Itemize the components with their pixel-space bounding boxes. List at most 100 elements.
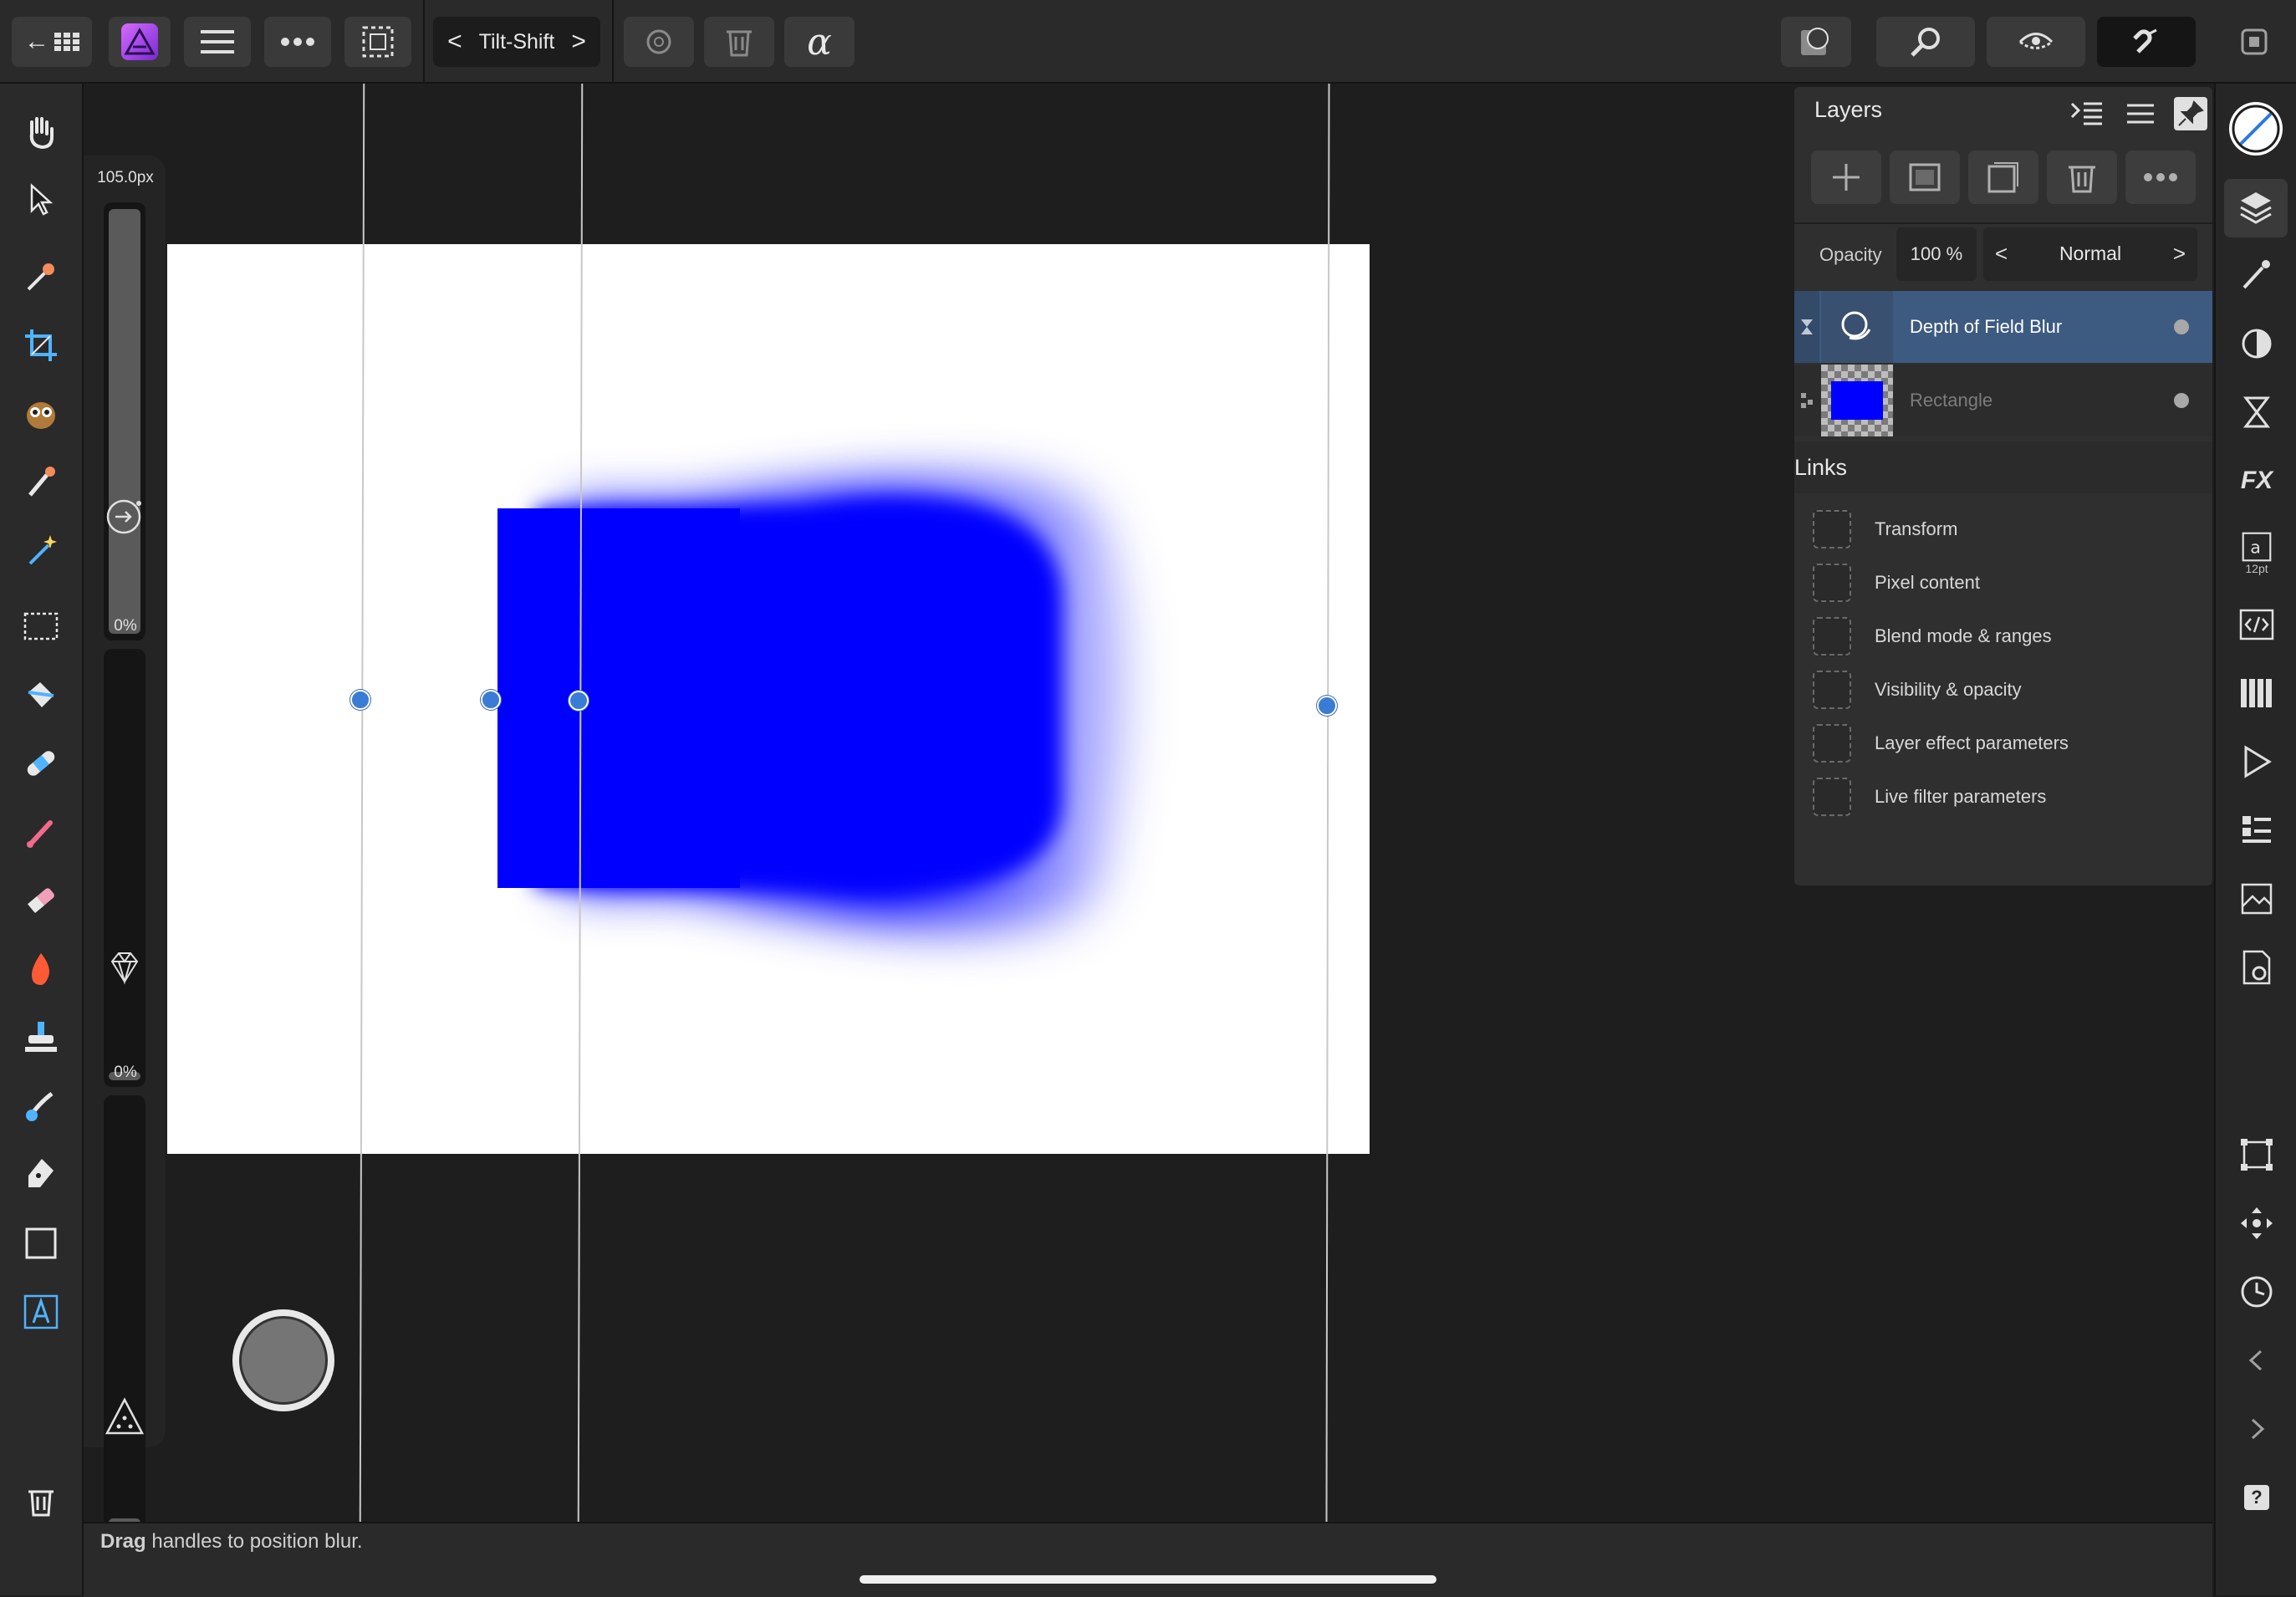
menu-button[interactable] xyxy=(184,17,251,67)
next-blend-mode-icon[interactable]: > xyxy=(2173,241,2186,267)
color-picker-tool[interactable] xyxy=(12,247,70,306)
magic-wand-tool[interactable] xyxy=(12,522,70,580)
color-studio-button[interactable] xyxy=(2229,102,2283,156)
clone-tool[interactable] xyxy=(12,1008,70,1067)
delete-tool-button[interactable] xyxy=(12,1472,70,1530)
healing-tool[interactable] xyxy=(12,734,70,793)
help-button[interactable]: ? xyxy=(2236,1477,2278,1518)
brushes-studio-button[interactable] xyxy=(2236,254,2278,296)
flow-slider[interactable] xyxy=(104,1095,145,1533)
text-tool[interactable] xyxy=(12,1283,70,1341)
document-settings-button[interactable] xyxy=(2236,946,2278,988)
next-filter-button[interactable]: > xyxy=(571,28,586,56)
zoom-button[interactable] xyxy=(1876,17,1975,67)
eraser-icon xyxy=(28,888,54,914)
burn-tool[interactable] xyxy=(12,940,70,998)
source-studio-button[interactable] xyxy=(2236,604,2278,645)
hardness-button[interactable] xyxy=(105,948,144,987)
undo-button[interactable] xyxy=(2236,1339,2278,1381)
rectangle-tool[interactable] xyxy=(12,1214,70,1273)
macros-studio-button[interactable] xyxy=(2236,741,2278,783)
layer-expand-handle[interactable] xyxy=(1794,291,1819,363)
flood-fill-tool[interactable] xyxy=(12,666,70,724)
redo-button[interactable] xyxy=(2236,1408,2278,1450)
link-label: Live filter parameters xyxy=(1875,786,2047,807)
layer-opacity-field[interactable]: 100 % xyxy=(1896,227,1977,281)
picture-icon xyxy=(2241,883,2273,915)
link-checkbox[interactable] xyxy=(1813,671,1851,709)
pin-panel-button[interactable] xyxy=(2174,97,2207,130)
stock-studio-button[interactable] xyxy=(2236,878,2278,920)
crop-tool[interactable] xyxy=(12,316,70,375)
navigator-studio-button[interactable] xyxy=(2236,809,2278,851)
blend-mode-selector[interactable]: < Normal > xyxy=(1983,227,2197,281)
color-button[interactable] xyxy=(232,1309,334,1411)
move-studio-button[interactable] xyxy=(2236,1202,2278,1244)
link-checkbox[interactable] xyxy=(1813,778,1851,816)
history-studio-button[interactable] xyxy=(2236,1271,2278,1313)
layer-row[interactable]: Depth of Field Blur xyxy=(1794,291,2212,363)
layer-expand-handle[interactable] xyxy=(1794,365,1819,436)
adjustments-studio-button[interactable] xyxy=(2236,323,2278,365)
snapping-button[interactable] xyxy=(2097,17,2196,67)
svg-text:a: a xyxy=(2250,538,2261,558)
blur-handle-left[interactable] xyxy=(350,690,370,710)
transform-studio-button[interactable] xyxy=(2236,1134,2278,1176)
inpainting-tool[interactable] xyxy=(12,453,70,512)
erase-tool[interactable] xyxy=(12,871,70,930)
persona-switcher[interactable]: < Tilt-Shift > xyxy=(433,17,600,67)
marquee-tool[interactable] xyxy=(12,597,70,656)
link-checkbox[interactable] xyxy=(1813,564,1851,602)
link-checkbox[interactable] xyxy=(1813,617,1851,656)
add-mask-button[interactable] xyxy=(1890,151,1960,204)
layers-studio-button[interactable] xyxy=(2224,179,2288,237)
effects-studio-button[interactable]: FX xyxy=(2236,460,2278,502)
delete-filter-button[interactable] xyxy=(704,17,774,67)
back-to-gallery-button[interactable]: ← xyxy=(12,17,92,67)
quick-mask-button[interactable] xyxy=(1781,17,1851,67)
fullscreen-button[interactable] xyxy=(2237,25,2271,59)
layers-panel-collapse-button[interactable] xyxy=(2070,99,2104,129)
photo-persona-button[interactable] xyxy=(109,17,171,67)
opacity-slider[interactable] xyxy=(104,649,145,1087)
pressure-button[interactable] xyxy=(104,1396,145,1438)
selection-brush-tool[interactable] xyxy=(12,385,70,443)
paint-brush-tool[interactable] xyxy=(12,803,70,861)
selection-button[interactable] xyxy=(344,17,411,67)
blur-handle-right[interactable] xyxy=(1317,696,1337,716)
brush-direction-button[interactable] xyxy=(105,498,142,535)
history-icon xyxy=(2241,1276,2273,1308)
more-options-button[interactable] xyxy=(264,17,331,67)
pen-tool[interactable] xyxy=(12,1145,70,1204)
move-arrows-icon xyxy=(2241,1207,2273,1239)
smudge-tool[interactable] xyxy=(12,1077,70,1135)
falloff-handle[interactable] xyxy=(481,690,501,710)
text-styles-studio-button[interactable]: a 12pt xyxy=(2236,527,2278,580)
focus-handle[interactable] xyxy=(569,691,589,711)
layer-more-button[interactable] xyxy=(2125,151,2196,204)
layers-panel-menu-button[interactable] xyxy=(2124,99,2157,129)
owl-icon xyxy=(27,402,55,429)
duplicate-layer-button[interactable] xyxy=(1968,151,2038,204)
link-checkbox[interactable] xyxy=(1813,510,1851,548)
brush-icon xyxy=(28,467,55,497)
home-indicator[interactable] xyxy=(860,1575,1436,1584)
channels-studio-button[interactable] xyxy=(2236,672,2278,714)
add-layer-button[interactable] xyxy=(1811,151,1881,204)
reset-button[interactable] xyxy=(624,17,694,67)
layer-visibility-toggle[interactable] xyxy=(2174,393,2189,408)
live-filters-studio-button[interactable] xyxy=(2236,391,2278,433)
alpha-button[interactable]: α xyxy=(784,17,855,67)
link-checkbox[interactable] xyxy=(1813,724,1851,763)
layer-row[interactable]: Rectangle xyxy=(1794,365,2212,436)
width-slider[interactable] xyxy=(104,202,145,640)
view-tool[interactable] xyxy=(12,102,70,161)
delete-layer-button[interactable] xyxy=(2047,151,2117,204)
document-canvas[interactable] xyxy=(167,244,1370,1154)
move-tool[interactable] xyxy=(12,171,70,229)
studio-bar: FX a 12pt ? xyxy=(2214,84,2296,1595)
view-mode-button[interactable] xyxy=(1987,17,2085,67)
layer-visibility-toggle[interactable] xyxy=(2174,319,2189,334)
layer-thumbnail xyxy=(1821,291,1893,363)
previous-filter-button[interactable]: < xyxy=(447,28,462,56)
